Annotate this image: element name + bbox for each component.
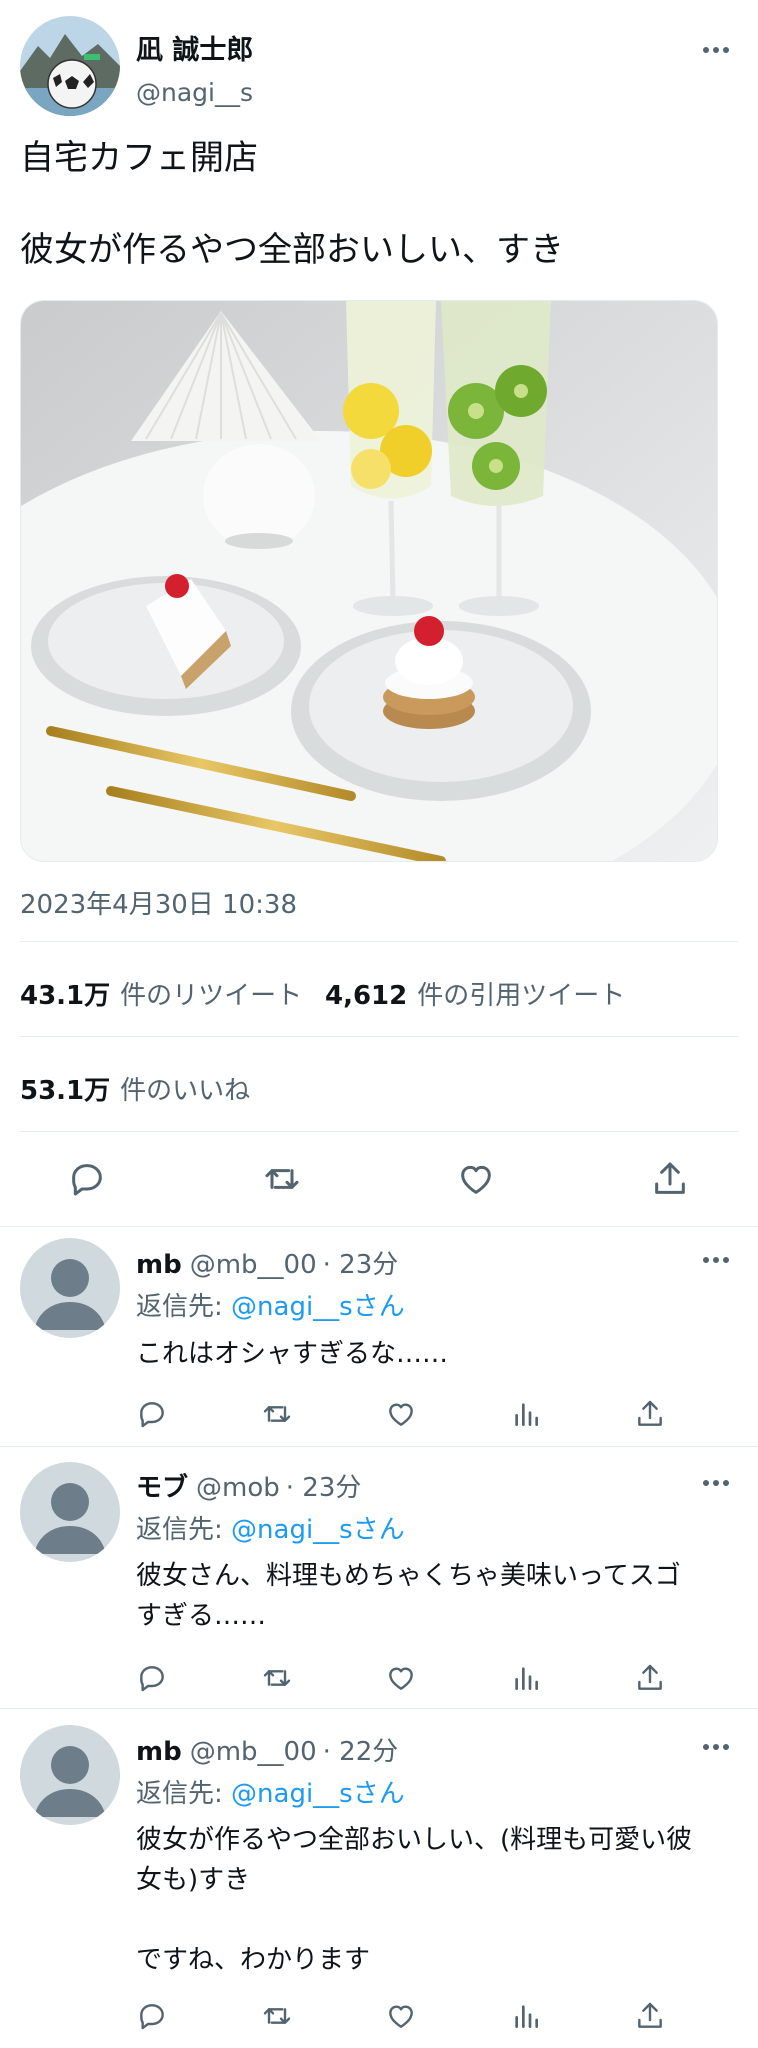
reply-to-link[interactable]: @nagi__sさん <box>231 1515 405 1545</box>
retweet-label: 件のリツイート <box>120 981 303 1011</box>
author-handle[interactable]: @nagi__s <box>136 78 253 107</box>
reply-header: モブ @mob · 23分 <box>136 1467 361 1504</box>
retweet-icon[interactable] <box>261 1159 303 1199</box>
divider <box>0 1708 758 1709</box>
share-icon[interactable] <box>650 1159 690 1199</box>
tweet-text-line-2: 彼女が作るやつ全部おいしい、すき <box>20 230 564 270</box>
reply-to-line: 返信先: @nagi__sさん <box>136 1773 405 1810</box>
reply-icon[interactable] <box>136 2000 168 2032</box>
reply-to-prefix: 返信先: <box>136 1292 232 1322</box>
reply-to-prefix: 返信先: <box>136 1515 232 1545</box>
reply-action-bar <box>136 1998 696 2034</box>
reply-icon[interactable] <box>67 1159 107 1199</box>
reply-icon[interactable] <box>136 1398 168 1430</box>
reply-header: mb @mb__00 · 23分 <box>136 1244 398 1281</box>
reply-author-handle[interactable]: @mb__00 <box>190 1250 317 1280</box>
divider <box>20 941 738 942</box>
reply-to-prefix: 返信先: <box>136 1779 232 1809</box>
quote-label: 件の引用ツイート <box>417 981 626 1011</box>
more-icon[interactable] <box>696 40 736 60</box>
author-avatar[interactable] <box>20 16 120 116</box>
retweet-icon[interactable] <box>260 2000 294 2032</box>
like-count: 53.1万 <box>20 1076 111 1106</box>
reply-to-line: 返信先: @nagi__sさん <box>136 1509 405 1546</box>
retweet-stats[interactable]: 43.1万 件のリツイート <box>20 975 302 1012</box>
reply-time[interactable]: · 23分 <box>286 1473 362 1503</box>
like-label: 件のいいね <box>120 1076 251 1106</box>
tweet-action-bar <box>0 1155 758 1203</box>
reply-action-bar <box>136 1660 696 1696</box>
reply-text: 彼女が作るやつ全部おいしい、(料理も可愛い彼 女も)すき ですね、わかります <box>136 1825 693 1975</box>
reply-author-handle[interactable]: @mb__00 <box>190 1737 317 1767</box>
share-icon[interactable] <box>634 2000 666 2032</box>
divider <box>20 1036 738 1037</box>
more-icon[interactable] <box>696 1737 736 1757</box>
avatar[interactable] <box>20 1238 120 1338</box>
reply-text: これはオシャすぎるな…… <box>136 1339 449 1369</box>
heart-icon[interactable] <box>385 1662 417 1694</box>
reply-author-name[interactable]: モブ <box>136 1473 188 1503</box>
heart-icon[interactable] <box>456 1159 496 1199</box>
reply-time[interactable]: · 23分 <box>323 1250 399 1280</box>
like-stats[interactable]: 53.1万 件のいいね <box>20 1070 250 1107</box>
tweet-text-line-1: 自宅カフェ開店 <box>20 138 258 178</box>
more-icon[interactable] <box>696 1473 736 1493</box>
reply-author-name[interactable]: mb <box>136 1737 182 1767</box>
reply-to-line: 返信先: @nagi__sさん <box>136 1286 405 1323</box>
reply-to-link[interactable]: @nagi__sさん <box>231 1779 405 1809</box>
reply-header: mb @mb__00 · 22分 <box>136 1731 398 1768</box>
quote-stats[interactable]: 4,612 件の引用ツイート <box>325 975 625 1012</box>
avatar[interactable] <box>20 1725 120 1825</box>
reply-time[interactable]: · 22分 <box>323 1737 399 1767</box>
tweet-timestamp[interactable]: 2023年4月30日 10:38 <box>20 884 297 921</box>
reply-author-name[interactable]: mb <box>136 1250 182 1280</box>
heart-icon[interactable] <box>385 1398 417 1430</box>
reply-author-handle[interactable]: @mob <box>196 1473 280 1503</box>
analytics-icon[interactable] <box>510 1662 542 1694</box>
analytics-icon[interactable] <box>510 2000 542 2032</box>
quote-count: 4,612 <box>325 981 408 1011</box>
tweet-photo[interactable] <box>20 300 718 862</box>
reply-text: 彼女さん、料理もめちゃくちゃ美味いってスゴ すぎる…… <box>136 1561 681 1631</box>
retweet-icon[interactable] <box>260 1398 294 1430</box>
reply-icon[interactable] <box>136 1662 168 1694</box>
divider <box>20 1131 738 1132</box>
divider <box>0 1446 758 1447</box>
reply-action-bar <box>136 1396 696 1432</box>
retweet-count: 43.1万 <box>20 981 111 1011</box>
reply-to-link[interactable]: @nagi__sさん <box>231 1292 405 1322</box>
share-icon[interactable] <box>634 1662 666 1694</box>
author-name[interactable]: 凪 誠士郎 <box>136 28 253 67</box>
more-icon[interactable] <box>696 1250 736 1270</box>
share-icon[interactable] <box>634 1398 666 1430</box>
heart-icon[interactable] <box>385 2000 417 2032</box>
retweet-icon[interactable] <box>260 1662 294 1694</box>
analytics-icon[interactable] <box>510 1398 542 1430</box>
avatar[interactable] <box>20 1462 120 1562</box>
divider <box>0 1226 758 1227</box>
